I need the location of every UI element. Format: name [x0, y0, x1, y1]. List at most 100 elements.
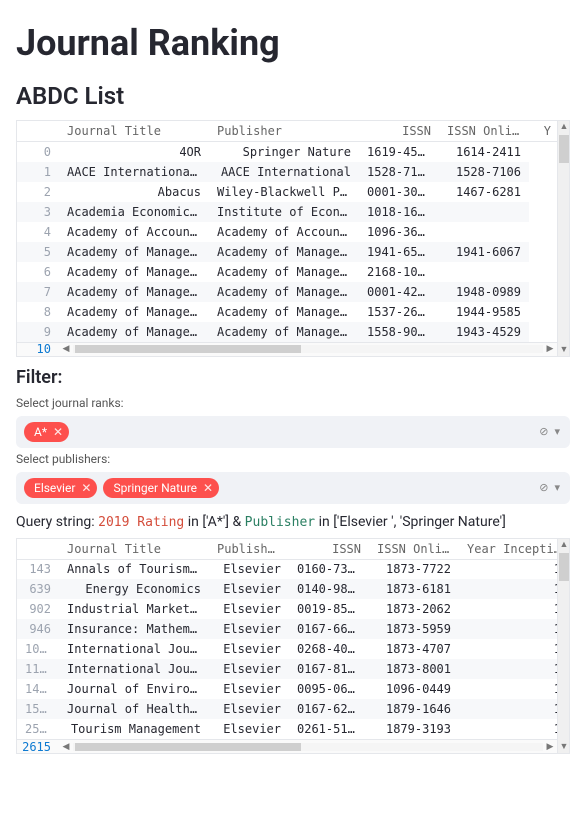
cell-issn: 1537-260X [359, 302, 439, 322]
cell-yr: 1 [459, 679, 569, 699]
cell-jt: Academia Economic Pape… [59, 202, 209, 222]
table-row[interactable]: 1453Journal of Environment…Elsevier0095-… [17, 679, 569, 699]
scroll-left-icon[interactable]: ◀ [59, 342, 73, 356]
table-row[interactable]: 7Academy of Management …Academy of Manag… [17, 282, 559, 302]
cell-yr: 1 [459, 639, 569, 659]
cell-issn: 0140-9883 [289, 579, 369, 599]
table-row[interactable]: 4Academy of Accounting …Academy of Accou… [17, 222, 559, 242]
cell-jt: International Journal … [59, 639, 209, 659]
cell-issno: 1948-0989 [439, 282, 529, 302]
cell-pub: Elsevier [209, 619, 289, 639]
cell-pub: Elsevier [209, 599, 289, 619]
cell-pub: Elsevier [209, 559, 289, 579]
cell-pub: Academy of Accounting … [209, 222, 359, 242]
cell-idx: 2590 [17, 719, 59, 739]
cell-idx: 5 [17, 242, 59, 262]
cell-jt: Abacus [59, 182, 209, 202]
abdc-heading: ABDC List [16, 82, 570, 110]
abdc-vscroll[interactable]: ▲ ▼ [557, 121, 569, 356]
scroll-right-icon[interactable]: ▶ [543, 740, 557, 754]
cell-pub: Academy of Management [209, 262, 359, 282]
cell-issno: 1614-2411 [439, 142, 529, 162]
publisher-tag[interactable]: Springer Nature ✕ [103, 478, 219, 498]
chevron-down-icon[interactable]: ▾ [554, 425, 560, 438]
cell-idx: 1453 [17, 679, 59, 699]
table-row[interactable]: 946Insurance: Mathematics…Elsevier0167-6… [17, 619, 569, 639]
clear-all-icon[interactable]: ⊘ [539, 481, 548, 494]
cell-pub: Elsevier [209, 679, 289, 699]
table-row[interactable]: 1AACE International Tra…AACE Internation… [17, 162, 559, 182]
table-row[interactable]: 9Academy of Management …Academy of Manag… [17, 322, 559, 342]
table-row[interactable]: 5Academy of Management …Academy of Manag… [17, 242, 559, 262]
query-seg-2: in ['Elsevier ', 'Springer Nature'] [319, 514, 506, 530]
col-header-index [17, 121, 59, 142]
scroll-up-icon[interactable]: ▲ [558, 539, 570, 551]
cell-issn: 0019-8501 [289, 599, 369, 619]
filtered-hscroll[interactable]: 2615 ◀ ▶ [17, 739, 557, 753]
cell-issn: 2168-1007 [359, 262, 439, 282]
table-row[interactable]: 6Academy of Management …Academy of Manag… [17, 262, 559, 282]
cell-issn: 0095-0696 [289, 679, 369, 699]
cell-issn: 0001-3072 [359, 182, 439, 202]
table-row[interactable]: 1133International Journal …Elsevier0167-… [17, 659, 569, 679]
table-row[interactable]: 3Academia Economic Pape…Institute of Eco… [17, 202, 559, 222]
cell-pub: Academy of Management [209, 282, 359, 302]
remove-tag-icon[interactable]: ✕ [81, 481, 91, 495]
cell-issno: 1944-9585 [439, 302, 529, 322]
scroll-down-icon[interactable]: ▼ [558, 344, 570, 356]
table-row[interactable]: 2AbacusWiley-Blackwell Publis…0001-30721… [17, 182, 559, 202]
cell-idx: 639 [17, 579, 59, 599]
cell-pub: Academy of Management [209, 242, 359, 262]
table-row[interactable]: 04ORSpringer Nature1619-45001614-2411 [17, 142, 559, 162]
cell-yr: 1 [459, 699, 569, 719]
cell-issn: 1941-6520 [359, 242, 439, 262]
table-row[interactable]: 639Energy EconomicsElsevier0140-98831873… [17, 579, 569, 599]
col-header-index [17, 539, 59, 560]
scroll-left-icon[interactable]: ◀ [59, 740, 73, 754]
cell-issn: 0167-6687 [289, 619, 369, 639]
cell-pub: Elsevier [209, 699, 289, 719]
cell-issno: 1873-5959 [369, 619, 459, 639]
cell-idx: 1133 [17, 659, 59, 679]
cell-jt: Academy of Management … [59, 242, 209, 262]
cell-idx: 4 [17, 222, 59, 242]
rank-multiselect[interactable]: A* ✕ ⊘ ▾ [16, 416, 570, 448]
rank-tag[interactable]: A* ✕ [24, 422, 69, 442]
cell-issno: 1943-4529 [439, 322, 529, 342]
cell-issno: 1873-6181 [369, 579, 459, 599]
cell-jt: Academy of Management … [59, 262, 209, 282]
chevron-down-icon[interactable]: ▾ [554, 481, 560, 494]
cell-pub: Academy of Management [209, 322, 359, 342]
remove-tag-icon[interactable]: ✕ [203, 481, 213, 495]
table-row[interactable]: 902Industrial Marketing M…Elsevier0019-8… [17, 599, 569, 619]
rank-select-label: Select journal ranks: [16, 396, 570, 410]
cell-issn: 0160-7383 [289, 559, 369, 579]
scroll-up-icon[interactable]: ▲ [558, 121, 570, 133]
cell-pub: Springer Nature [209, 142, 359, 162]
publisher-tag[interactable]: Elsevier ✕ [24, 478, 97, 498]
table-row[interactable]: 143Annals of Tourism Rese…Elsevier0160-7… [17, 559, 569, 579]
filtered-vscroll[interactable]: ▲ ▼ [557, 539, 569, 754]
scroll-down-icon[interactable]: ▼ [558, 741, 570, 753]
col-header-issn: ISSN [359, 121, 439, 142]
publisher-multiselect[interactable]: Elsevier ✕ Springer Nature ✕ ⊘ ▾ [16, 472, 570, 504]
cell-jt: Insurance: Mathematics… [59, 619, 209, 639]
clear-all-icon[interactable]: ⊘ [539, 425, 548, 438]
cell-idx: 6 [17, 262, 59, 282]
table-row[interactable]: 1517Journal of Health Econ…Elsevier0167-… [17, 699, 569, 719]
table-row[interactable]: 2590Tourism ManagementElsevier0261-51771… [17, 719, 569, 739]
remove-tag-icon[interactable]: ✕ [53, 425, 63, 439]
cell-yr: 1 [459, 599, 569, 619]
scroll-right-icon[interactable]: ▶ [543, 342, 557, 356]
cell-issno [439, 202, 529, 222]
query-field-2: Publisher [245, 515, 315, 530]
rank-tag-label: A* [34, 425, 47, 439]
col-header-year: Y [529, 121, 559, 142]
cell-issno: 1528-7106 [439, 162, 529, 182]
cell-idx: 1082 [17, 639, 59, 659]
table-row[interactable]: 1082International Journal …Elsevier0268-… [17, 639, 569, 659]
abdc-hscroll[interactable]: 10 ◀ ▶ [17, 342, 557, 356]
cell-jt: Academy of Management … [59, 322, 209, 342]
cell-jt: Academy of Management … [59, 302, 209, 322]
table-row[interactable]: 8Academy of Management …Academy of Manag… [17, 302, 559, 322]
